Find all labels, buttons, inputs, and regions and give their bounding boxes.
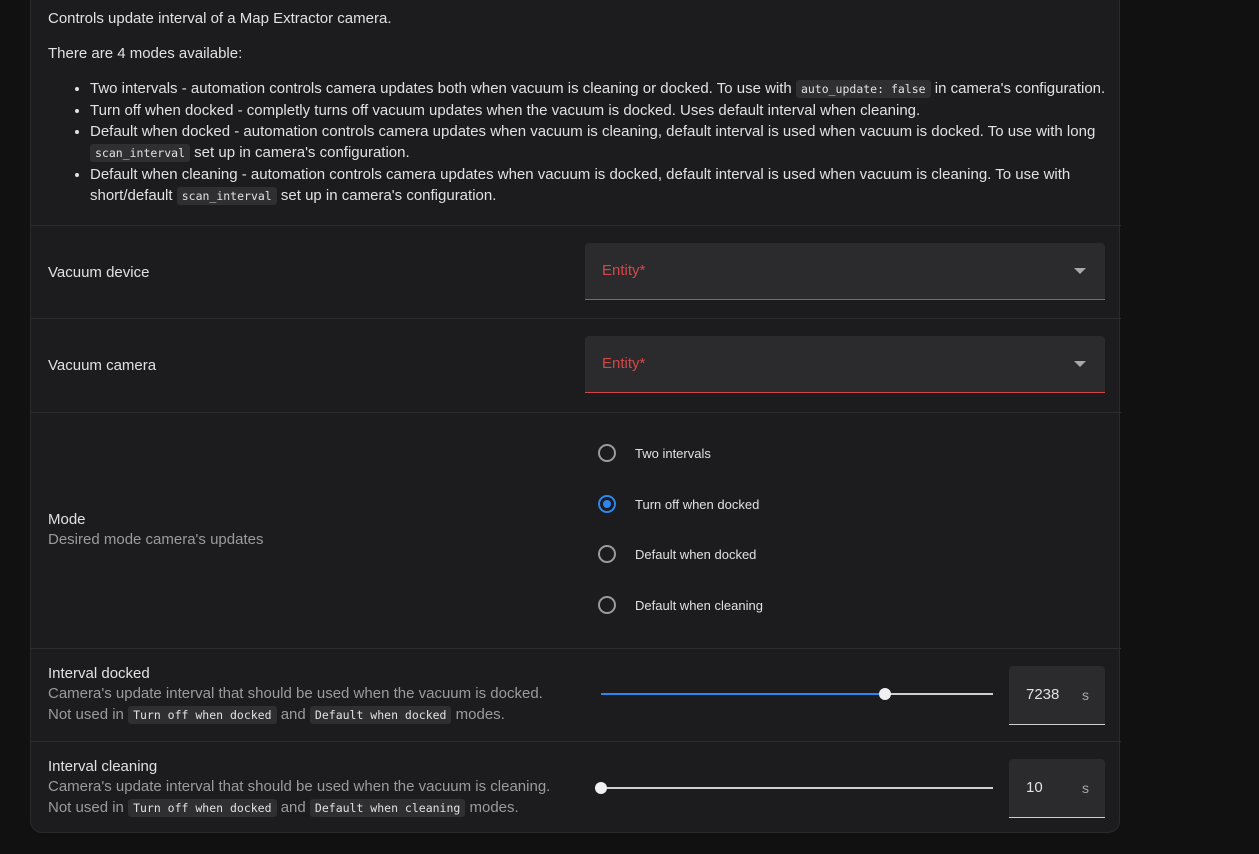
list-item: Default when cleaning - automation contr… (90, 164, 1108, 207)
divider (31, 741, 1121, 742)
inline-code: Default when docked (309, 706, 452, 724)
radio-label: Default when cleaning (635, 597, 763, 613)
interval-docked-input[interactable]: 7238 s (1009, 666, 1105, 725)
text: and (280, 799, 306, 816)
mode-desc-text: Two intervals - automation controls came… (90, 80, 796, 97)
interval-cleaning-slider[interactable] (595, 778, 993, 798)
interval-cleaning-not-used: Not used in Turn off when docked and Def… (48, 797, 550, 819)
interval-cleaning-desc-line: Camera's update interval that should be … (48, 778, 551, 795)
vacuum-device-placeholder: Entity* (602, 262, 646, 279)
interval-docked-label: Interval docked (48, 665, 150, 682)
automation-config-card: Controls update interval of a Map Extrac… (30, 0, 1121, 833)
inline-code: Turn off when docked (128, 799, 277, 817)
vacuum-device-label: Vacuum device (48, 264, 150, 281)
slider-fill (601, 693, 885, 695)
radio-default-when-cleaning[interactable]: Default when cleaning (598, 596, 763, 614)
interval-docked-desc-line: Camera's update interval that should be … (48, 685, 543, 702)
vacuum-device-select[interactable]: Entity* (585, 243, 1105, 300)
radio-label: Default when docked (635, 546, 757, 562)
list-item: Two intervals - automation controls came… (90, 78, 1108, 100)
mode-desc-text: Turn off when docked - completly turns o… (90, 102, 921, 119)
inline-code: Turn off when docked (128, 706, 277, 724)
interval-docked-value[interactable]: 7238 (1026, 686, 1059, 703)
interval-docked-slider[interactable] (601, 684, 993, 704)
mode-desc-text: set up in camera's configuration. (276, 187, 497, 204)
description-line1: Controls update interval of a Map Extrac… (48, 10, 392, 27)
mode-desc-text: Default when docked - automation control… (90, 123, 1096, 140)
text: modes. (469, 799, 519, 816)
radio-button[interactable] (598, 444, 616, 462)
radio-button[interactable] (598, 596, 616, 614)
modes-list: Two intervals - automation controls came… (48, 78, 1108, 207)
mode-description: Desired mode camera's updates (48, 531, 264, 548)
radio-button[interactable] (598, 495, 616, 513)
interval-cleaning-label: Interval cleaning (48, 758, 158, 775)
slider-track[interactable] (601, 787, 993, 789)
vacuum-camera-label: Vacuum camera (48, 357, 157, 374)
text: Not used in (48, 706, 124, 723)
radio-label: Turn off when docked (635, 496, 760, 512)
interval-cleaning-unit: s (1082, 780, 1089, 796)
radio-turn-off-when-docked[interactable]: Turn off when docked (598, 495, 759, 513)
inline-code: scan_interval (176, 187, 277, 205)
mode-label: Mode (48, 511, 86, 528)
divider (31, 225, 1121, 226)
vacuum-camera-placeholder: Entity* (602, 355, 646, 372)
list-item: Turn off when docked - completly turns o… (90, 100, 1108, 121)
chevron-down-icon[interactable] (1074, 361, 1086, 367)
interval-docked-description: Camera's update interval that should be … (48, 683, 543, 726)
list-item: Default when docked - automation control… (90, 121, 1108, 164)
mode-desc-text: in camera's configuration. (930, 80, 1106, 97)
description-line2: There are 4 modes available: (48, 45, 243, 62)
vacuum-camera-select[interactable]: Entity* (585, 336, 1105, 393)
interval-docked-not-used: Not used in Turn off when docked and Def… (48, 704, 543, 726)
radio-default-when-docked[interactable]: Default when docked (598, 545, 756, 563)
chevron-down-icon[interactable] (1074, 268, 1086, 274)
inline-code: auto_update: false (795, 80, 931, 98)
text: and (280, 706, 306, 723)
radio-two-intervals[interactable]: Two intervals (598, 444, 711, 462)
interval-cleaning-input[interactable]: 10 s (1009, 759, 1105, 818)
mode-desc-text: set up in camera's configuration. (190, 144, 410, 161)
description: Controls update interval of a Map Extrac… (48, 8, 1108, 207)
divider (31, 318, 1121, 319)
interval-docked-unit: s (1082, 687, 1089, 703)
radio-label: Two intervals (635, 445, 711, 461)
inline-code: scan_interval (90, 144, 191, 162)
text: Not used in (48, 799, 124, 816)
text: modes. (455, 706, 505, 723)
interval-cleaning-description: Camera's update interval that should be … (48, 776, 550, 819)
divider (31, 648, 1121, 649)
slider-thumb[interactable] (878, 688, 891, 700)
slider-thumb[interactable] (595, 782, 607, 794)
inline-code: Default when cleaning (309, 799, 466, 817)
divider (31, 412, 1121, 413)
radio-button[interactable] (598, 545, 616, 563)
interval-cleaning-value[interactable]: 10 (1026, 779, 1043, 796)
